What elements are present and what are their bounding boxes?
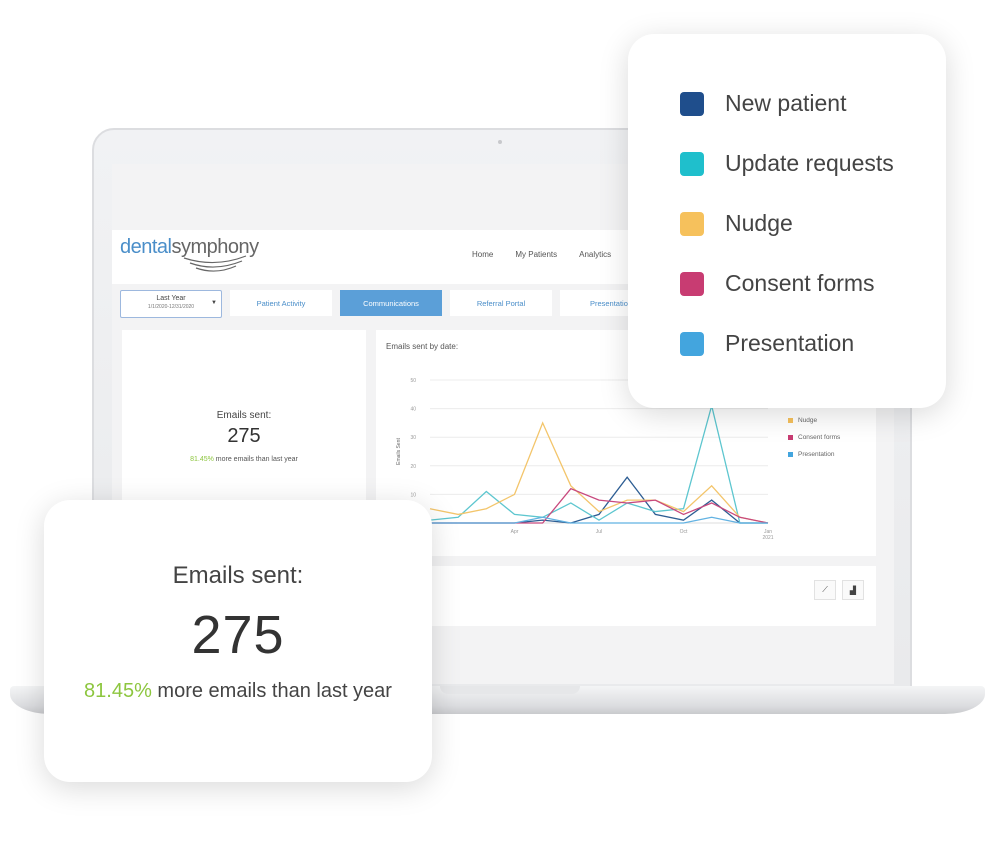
x-tick-label: Apr	[511, 529, 519, 535]
nav-analytics[interactable]: Analytics	[579, 250, 611, 259]
y-tick-label: 30	[410, 435, 416, 441]
legend-label: Nudge	[798, 417, 818, 424]
x-tick-label: 2021	[762, 535, 773, 541]
legend-swatch	[680, 211, 704, 236]
tab-communications[interactable]: Communications	[340, 290, 442, 316]
chevron-down-icon: ▼	[211, 300, 217, 306]
y-tick-label: 10	[410, 492, 416, 498]
logo-waves-icon	[183, 255, 247, 272]
emails-sent-value: 275	[191, 605, 285, 665]
second-chart-panel: t by date: ⟋ ▟	[376, 566, 876, 626]
chart-legend: Update requestsNudgeConsent formsPresent…	[788, 400, 846, 468]
x-tick-label: Oct	[680, 529, 688, 535]
legend-card: New patient Update requests Nudge Consen…	[628, 34, 946, 408]
chart-legend-item[interactable]: Nudge	[788, 417, 846, 424]
chart-legend-item[interactable]: Consent forms	[788, 434, 846, 441]
laptop-notch	[440, 686, 580, 694]
y-tick-label: 20	[410, 464, 416, 470]
legend-label: Presentation	[798, 451, 835, 458]
legend-swatch	[788, 452, 793, 457]
y-axis-label: Emails Sent	[396, 438, 402, 465]
legend-item-consent-forms: Consent forms	[680, 270, 875, 297]
legend-swatch	[680, 271, 704, 296]
tab-patient-activity[interactable]: Patient Activity	[230, 290, 332, 316]
nav-home[interactable]: Home	[472, 250, 493, 259]
y-tick-label: 40	[410, 407, 416, 413]
series-line-nudge	[429, 421, 769, 524]
legend-item-presentation: Presentation	[680, 330, 854, 357]
legend-swatch	[680, 331, 704, 356]
tab-referral-portal[interactable]: Referral Portal	[450, 290, 552, 316]
camera-dot	[498, 140, 502, 144]
emails-sent-change: 81.45% more emails than last year	[84, 680, 392, 702]
x-tick-label: Jul	[596, 529, 602, 535]
emails-sent-card: Emails sent: 275 81.45% more emails than…	[44, 500, 432, 782]
chart-legend-item[interactable]: Presentation	[788, 451, 846, 458]
line-chart-toggle-icon[interactable]: ⟋	[814, 580, 836, 600]
nav-my-patients[interactable]: My Patients	[515, 250, 557, 259]
filter-bar: Last Year 1/1/2020-12/31/2020 ▼ Patient …	[120, 290, 662, 318]
legend-swatch	[680, 151, 704, 176]
emails-sent-label: Emails sent:	[172, 562, 304, 589]
main-nav: Home My Patients Analytics	[472, 250, 611, 259]
legend-item-nudge: Nudge	[680, 210, 793, 237]
legend-swatch	[788, 418, 793, 423]
y-tick-label: 50	[410, 378, 416, 384]
legend-swatch	[680, 91, 704, 116]
legend-label: Consent forms	[798, 434, 841, 441]
legend-swatch	[788, 435, 793, 440]
legend-item-update-requests: Update requests	[680, 150, 894, 177]
bar-chart-toggle-icon[interactable]: ▟	[842, 580, 864, 600]
date-range-select[interactable]: Last Year 1/1/2020-12/31/2020 ▼	[120, 290, 222, 318]
legend-item-new-patient: New patient	[680, 90, 846, 117]
